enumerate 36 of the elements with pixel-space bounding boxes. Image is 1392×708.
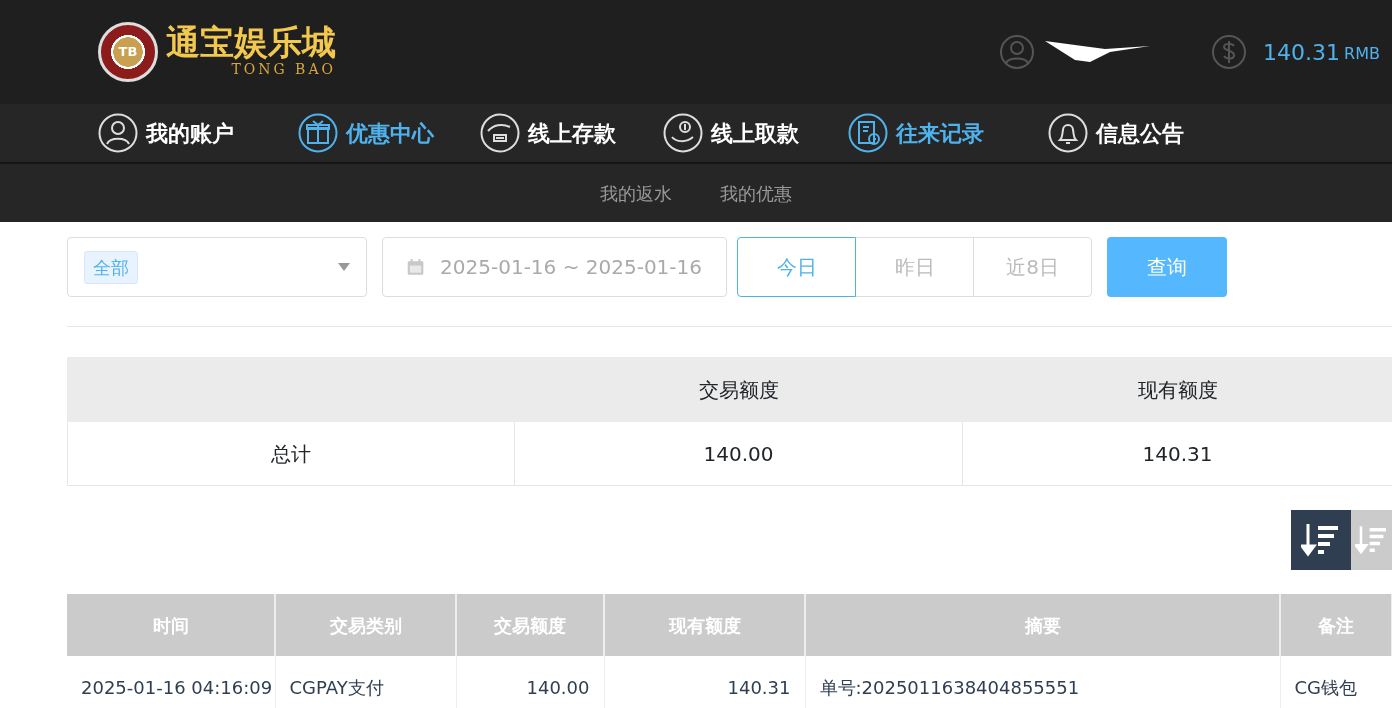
logo-name: 通宝娱乐城	[166, 24, 336, 59]
table-cell: 140.31	[727, 676, 791, 698]
caret-icon	[338, 263, 350, 271]
column-header: 交易额度	[698, 377, 779, 402]
nav-link[interactable]: 信息公告	[1048, 113, 1248, 153]
table-cell: 140.00	[703, 441, 774, 466]
currency-label: RMB	[1344, 43, 1380, 65]
clipboard-clock-icon	[848, 113, 888, 153]
table-cell: 单号:2025011638404855551	[819, 676, 1080, 698]
nav-link[interactable]: 线上存款	[480, 113, 663, 153]
nav-link[interactable]: 线上取款	[663, 113, 848, 153]
dollar-icon	[1211, 34, 1248, 70]
column-header: 现有额度	[1137, 377, 1218, 402]
type-tag: 全部	[84, 250, 138, 284]
table-cell: CGPAY支付	[289, 676, 384, 698]
nav-link[interactable]: 往来记录	[848, 113, 1048, 153]
bell-icon	[1048, 113, 1088, 153]
table-cell: 2025-01-16 04:16:09	[81, 676, 273, 698]
sort-button[interactable]	[1291, 510, 1351, 570]
subnav-link[interactable]: 我的优惠	[720, 179, 792, 207]
table-cell: CG钱包	[1294, 676, 1358, 698]
hand-coin-icon	[663, 113, 703, 153]
table-cell: 总计	[271, 441, 311, 466]
user-icon	[999, 34, 1036, 70]
logo-latin: TONG BAO	[230, 60, 336, 79]
user-icon	[98, 113, 138, 153]
logo-chip: TB	[98, 22, 158, 82]
nav-link[interactable]: 优惠中心	[298, 113, 480, 153]
table-cell: 140.31	[1142, 441, 1213, 466]
sort-descending-icon	[1301, 522, 1341, 558]
gift-icon	[298, 113, 338, 153]
balance-amount: 140.31	[1263, 38, 1341, 67]
hand-card-icon	[480, 113, 520, 153]
subnav-link[interactable]: 我的返水	[600, 179, 672, 207]
table-cell: 140.00	[526, 676, 590, 698]
nav-link[interactable]: 我的账户	[98, 113, 298, 153]
